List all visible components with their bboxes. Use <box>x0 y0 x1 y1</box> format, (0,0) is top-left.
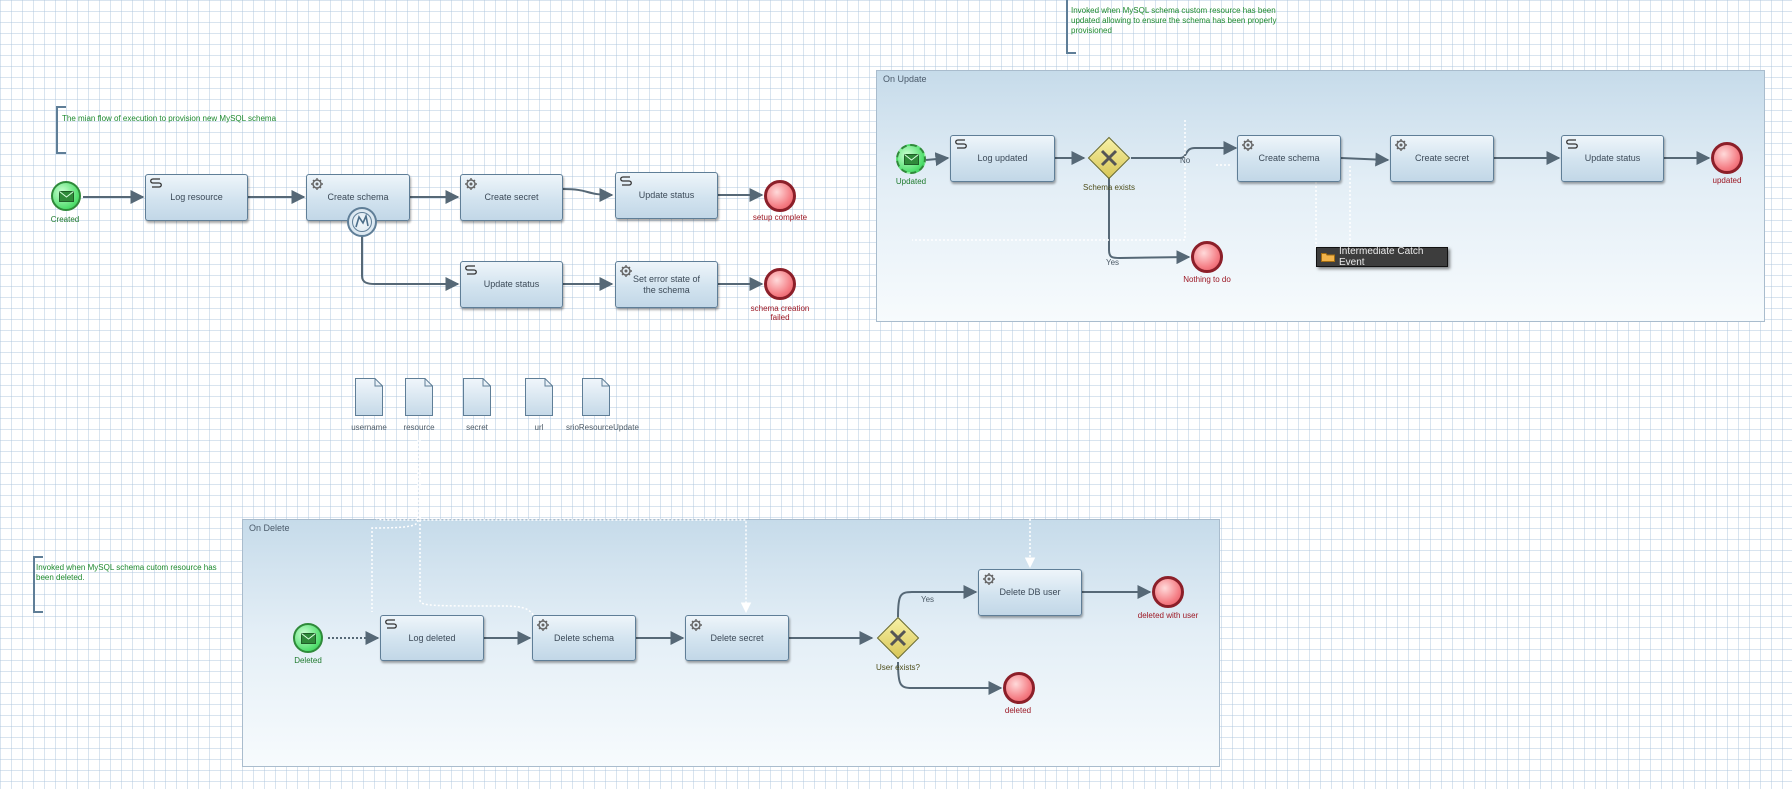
boundary-error-event[interactable] <box>347 207 377 237</box>
task-update-status-error[interactable]: Update status <box>460 261 563 308</box>
gear-icon <box>1395 139 1407 151</box>
data-object-label: url <box>534 423 544 432</box>
task-create-schema-update[interactable]: Create schema <box>1237 135 1341 182</box>
label-deleted-end: deleted <box>1004 706 1032 715</box>
data-object-url[interactable] <box>525 378 553 416</box>
envelope-icon <box>904 154 919 165</box>
task-set-error-state[interactable]: Set error state of the schema <box>615 261 718 308</box>
task-create-secret[interactable]: Create secret <box>460 174 563 221</box>
end-event-setup-complete[interactable] <box>764 180 796 212</box>
x-icon <box>889 629 907 647</box>
task-label: Update status <box>638 190 695 200</box>
label-created: Created <box>50 215 80 224</box>
task-label: Update status <box>1584 153 1641 163</box>
task-label: Log updated <box>977 153 1028 163</box>
label-creation-failed: schema creation failed <box>750 304 810 322</box>
gear-icon <box>983 573 995 585</box>
task-label: Log deleted <box>408 632 456 643</box>
document-icon <box>463 378 491 416</box>
task-delete-schema[interactable]: Delete schema <box>532 615 636 661</box>
label-nothing-to-do: Nothing to do <box>1183 275 1231 284</box>
task-label: Create secret <box>484 192 539 202</box>
gear-icon <box>1242 139 1254 151</box>
gear-icon <box>465 178 477 190</box>
gear-icon <box>311 178 323 190</box>
gear-icon <box>620 265 632 277</box>
annotation-main: The mian flow of execution to provision … <box>62 114 277 123</box>
task-label: Delete secret <box>710 632 764 643</box>
task-label: Create schema <box>327 192 389 202</box>
document-icon <box>525 378 553 416</box>
label-updated-start: Updated <box>895 177 927 186</box>
data-object-label: srioResourceUpdate <box>566 423 639 432</box>
label-schema-exists: Schema exists <box>1082 183 1136 192</box>
label-flow-yes-delete: Yes <box>921 595 935 604</box>
flow-boundary-update-status <box>361 236 460 291</box>
script-icon <box>1566 139 1578 149</box>
task-log-resource[interactable]: Log resource <box>145 174 248 221</box>
script-icon <box>465 265 477 275</box>
data-object-srioresourceupdate[interactable] <box>582 378 610 416</box>
task-create-secret-update[interactable]: Create secret <box>1390 135 1494 182</box>
task-update-status-update[interactable]: Update status <box>1561 135 1664 182</box>
end-event-creation-failed[interactable] <box>764 268 796 300</box>
tooltip-text: Intermediate Catch Event <box>1339 246 1424 268</box>
annotation-delete: Invoked when MySQL schema cutom resource… <box>36 563 217 582</box>
task-label: Create secret <box>1414 153 1470 163</box>
task-update-status[interactable]: Update status <box>615 172 718 219</box>
envelope-icon <box>301 633 316 644</box>
script-icon <box>955 139 967 149</box>
data-object-secret[interactable] <box>463 378 491 416</box>
document-icon <box>582 378 610 416</box>
envelope-icon <box>59 191 74 202</box>
flow-updated-log <box>925 152 950 167</box>
end-event-updated[interactable] <box>1711 142 1743 174</box>
task-label: Set error state of the schema <box>632 273 701 295</box>
script-icon <box>150 178 162 188</box>
data-object-label: resource <box>403 423 435 432</box>
folder-icon <box>1321 252 1335 262</box>
label-setup-complete: setup complete <box>752 213 808 222</box>
start-event-deleted[interactable] <box>293 623 323 653</box>
task-label: Create schema <box>1258 153 1320 163</box>
process-diagram-canvas[interactable]: On Update On Delete The mian flow of exe… <box>0 0 1792 789</box>
gear-icon <box>690 619 702 631</box>
start-event-updated[interactable] <box>896 144 926 174</box>
element-tooltip: Intermediate Catch Event <box>1316 246 1448 268</box>
data-object-username[interactable] <box>355 378 383 416</box>
end-event-nothing-to-do[interactable] <box>1191 241 1223 273</box>
end-event-deleted-with-user[interactable] <box>1152 576 1184 608</box>
x-icon <box>1100 149 1118 167</box>
task-label: Log resource <box>170 192 223 202</box>
task-label: Update status <box>483 279 540 289</box>
task-log-updated[interactable]: Log updated <box>950 135 1055 182</box>
lightning-icon <box>355 213 369 228</box>
label-deleted-with-user: deleted with user <box>1137 611 1199 620</box>
task-log-deleted[interactable]: Log deleted <box>380 615 484 661</box>
document-icon <box>355 378 383 416</box>
label-user-exists: User exists? <box>875 663 920 672</box>
task-label: Delete schema <box>553 632 615 643</box>
data-object-label: secret <box>466 423 488 432</box>
label-flow-no: No <box>1180 156 1191 165</box>
label-flow-yes-update: Yes <box>1106 258 1120 267</box>
task-delete-secret[interactable]: Delete secret <box>685 615 789 661</box>
start-event-created[interactable] <box>51 181 81 211</box>
flow-gateway-yes-db-user <box>897 585 978 618</box>
flow-create-schema-secret-u <box>1340 152 1390 167</box>
end-event-deleted[interactable] <box>1003 672 1035 704</box>
document-icon <box>405 378 433 416</box>
annotation-update: Invoked when MySQL schema custom resourc… <box>1071 6 1277 35</box>
data-object-resource[interactable] <box>405 378 433 416</box>
flow-secret-status <box>562 187 614 202</box>
label-deleted-start: Deleted <box>294 656 322 665</box>
task-delete-db-user[interactable]: Delete DB user <box>978 569 1082 616</box>
gear-icon <box>537 619 549 631</box>
script-icon <box>620 176 632 186</box>
task-label: Delete DB user <box>999 587 1061 597</box>
label-updated-end: updated <box>1712 176 1742 185</box>
script-icon <box>385 619 397 629</box>
